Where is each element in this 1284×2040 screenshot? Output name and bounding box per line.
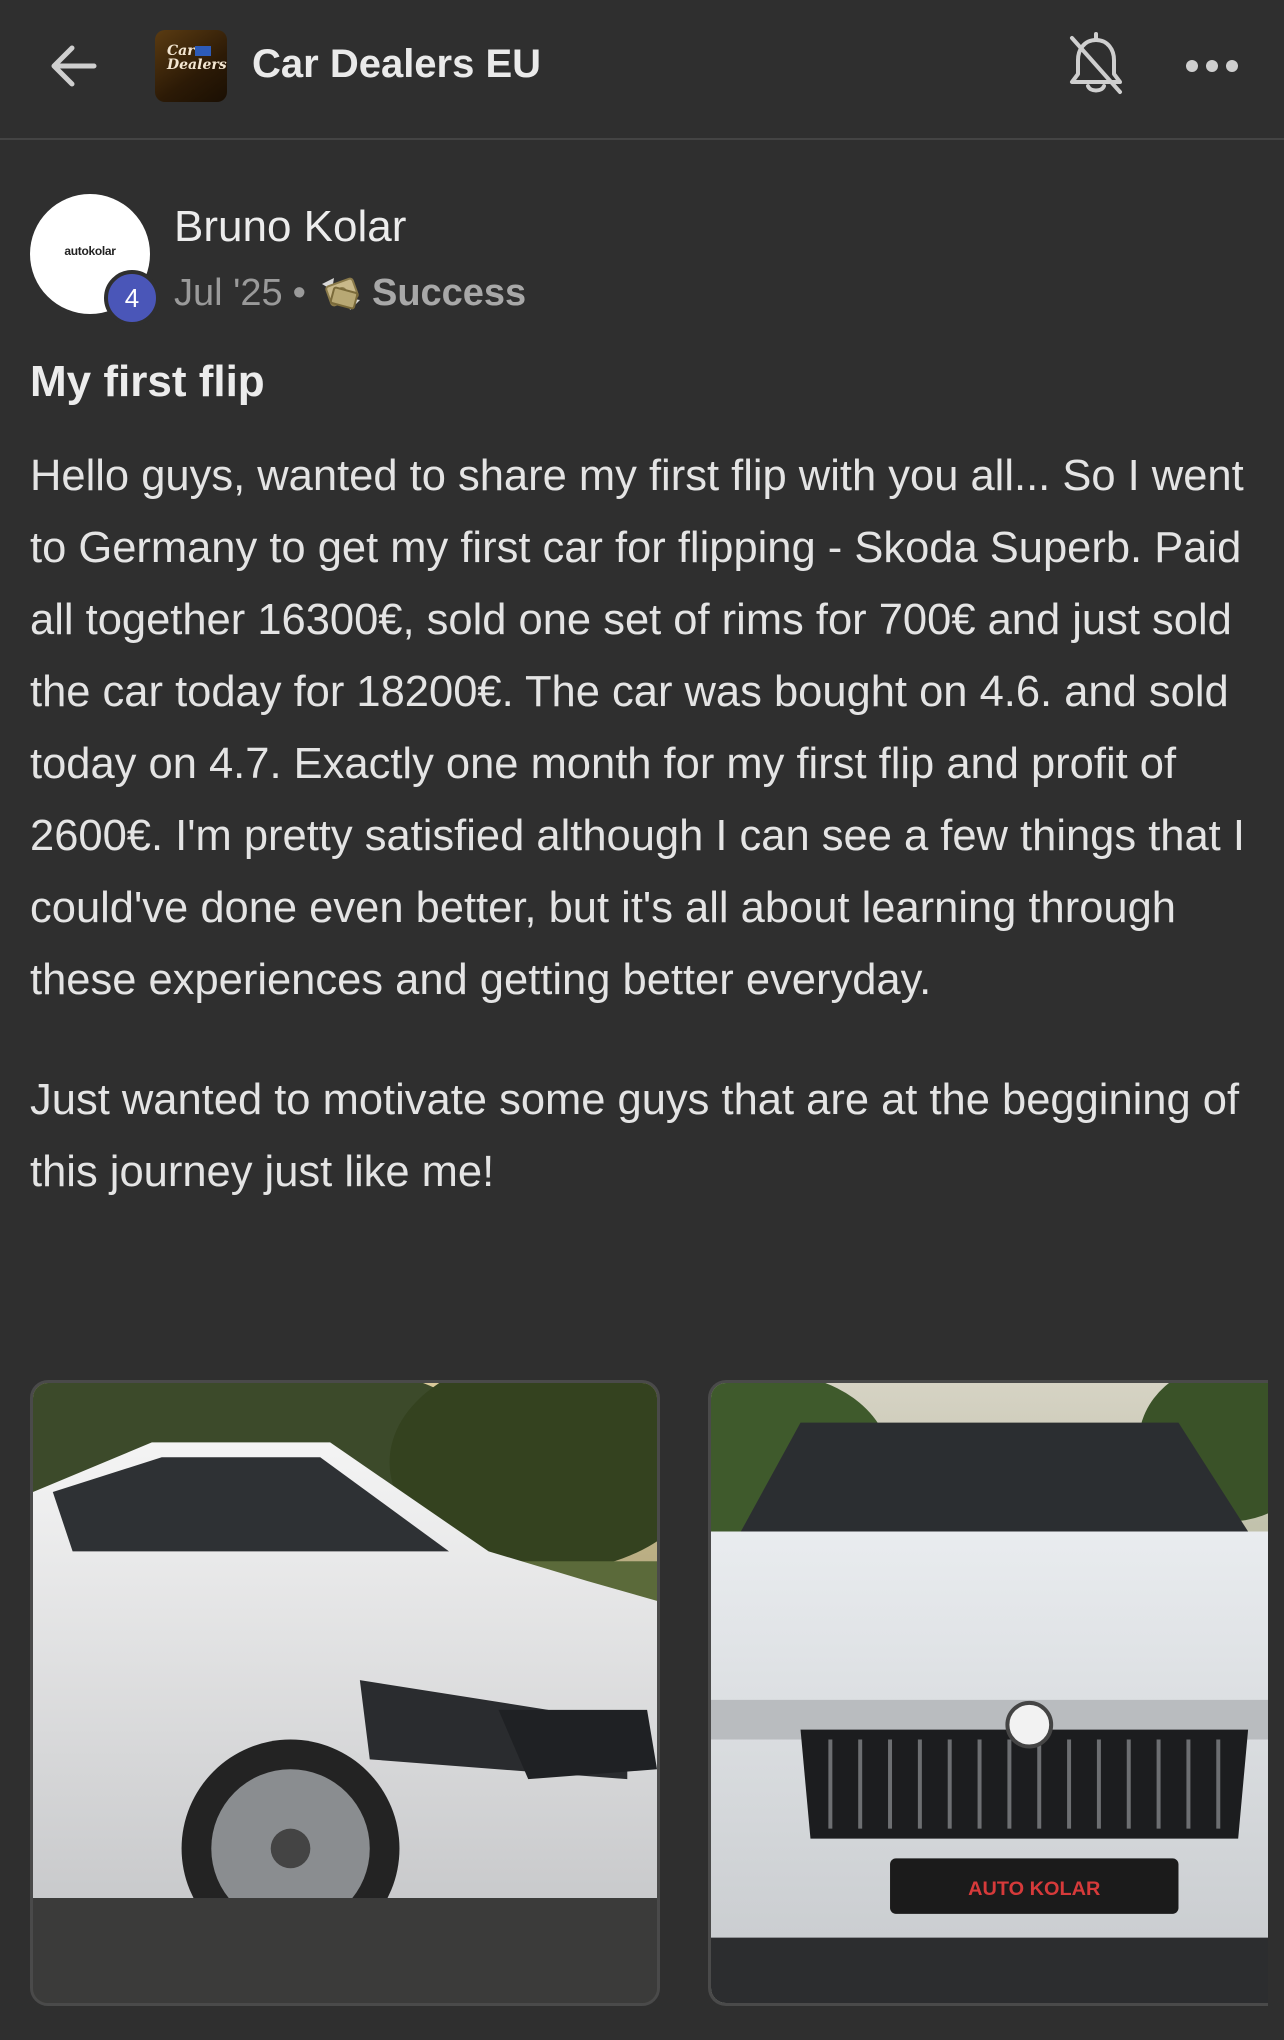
level-badge: 4 [104,270,160,326]
post-date: Jul '25 [174,271,283,314]
group-logo-text-1: Car [167,43,195,59]
group-logo-text-2: Dealers [167,57,227,73]
more-horizontal-icon[interactable] [1184,44,1240,88]
money-wings-icon [316,270,366,316]
post-image-2[interactable]: AUTO KOLAR [708,1380,1268,2006]
group-title[interactable]: Car Dealers EU [252,38,541,90]
author-name[interactable]: Bruno Kolar [174,200,406,254]
post-title: My first flip [30,357,265,406]
meta-separator: • [292,271,306,314]
post-paragraph-2: Just wanted to motivate some guys that a… [30,1076,1240,1196]
post-meta: Jul '25 • Success [174,268,526,314]
flag-icon [195,46,211,56]
group-logo[interactable]: Car Dealers [155,30,227,102]
post-image-1[interactable] [30,1380,660,2006]
post-body: Hello guys, wanted to share my first fli… [30,440,1270,1208]
avatar-logo-text: autokolar [64,244,116,258]
bell-off-icon[interactable] [1066,32,1126,98]
license-plate-text: AUTO KOLAR [968,1878,1100,1900]
post-category[interactable]: Success [372,270,526,316]
post-page: Car Dealers Car Dealers EU autokolar 4 B… [0,0,1284,2040]
top-bar: Car Dealers Car Dealers EU [0,0,1284,140]
back-arrow-icon[interactable] [44,36,104,96]
post-paragraph-1: Hello guys, wanted to share my first fli… [30,452,1245,1004]
